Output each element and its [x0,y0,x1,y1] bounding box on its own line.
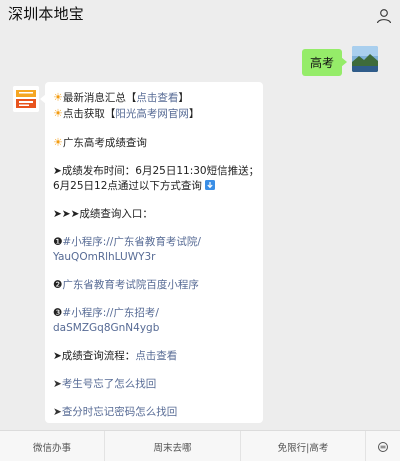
menu-item-gaokao[interactable]: 免限行|高考 [241,431,366,461]
entry-1-code-link[interactable]: YauQOmRlhLUWY3r [53,251,156,263]
sun-icon: ☀ [53,136,63,149]
entry-1-line: ❶#小程序://广东省教育考试院/ [53,235,263,250]
entry-3-line: ❸#小程序://广东招考/ [53,306,263,321]
grid-menu-icon [378,441,388,452]
entry-1-link[interactable]: #小程序://广东省教育考试院/ [62,236,200,248]
query-time-text: 6月25日12点通过以下方式查询 [53,180,202,192]
bracket-close: 】 [188,108,200,120]
bottom-menu: 微信办事 周末去哪 免限行|高考 [0,430,400,461]
query-time-line: 6月25日12点通过以下方式查询 [53,179,263,194]
entry-3-code-link[interactable]: daSMZGq8GnN4ygb [53,322,159,334]
query-process-line: ➤成绩查询流程：点击查看 [53,349,263,364]
user-avatar-image [352,46,378,72]
entry-3-number: ❸ [53,307,63,319]
query-entry-heading: ➤➤➤成绩查询入口： [53,208,153,220]
recover-password-link[interactable]: 查分时忘记密码怎么找回 [62,406,178,418]
latest-news-line: ☀最新消息汇总【点击查看】 [53,90,263,106]
entry-1-code-line: YauQOmRlhLUWY3r [53,250,263,265]
score-query-heading: ☀广东高考成绩查询 [53,135,263,151]
bot-message-bubble: ☀最新消息汇总【点击查看】 ☀点击获取【阳光高考网官网】 ☀广东高考成绩查询 ➤… [40,82,263,423]
entry-2-line: ❷广东省教育考试院百度小程序 [53,278,263,293]
official-site-link[interactable]: 阳光高考网官网 [115,108,189,120]
recover-password-line: ➤查分时忘记密码怎么找回 [53,405,263,420]
bracket-close: 】 [178,92,189,104]
keyboard-toggle-button[interactable] [366,431,400,461]
entry-2-number: ❷ [53,279,63,291]
sun-icon: ☀ [53,91,63,104]
bot-avatar[interactable] [13,86,39,112]
chat-title: 深圳本地宝 [8,5,85,23]
entry-3-code-line: daSMZGq8GnN4ygb [53,321,263,336]
query-process-text: ➤成绩查询流程： [53,350,136,362]
menu-item-weekend[interactable]: 周末去哪 [105,431,241,461]
profile-icon[interactable] [376,8,392,24]
chat-header: 深圳本地宝 [0,0,400,30]
down-arrow-icon [205,180,216,190]
view-news-link[interactable]: 点击查看 [136,92,178,104]
sun-icon: ☀ [53,107,63,120]
query-process-link[interactable]: 点击查看 [135,350,177,362]
entry-3-link[interactable]: #小程序://广东招考/ [62,307,158,319]
release-time-line: ➤成绩发布时间：6月25日11:30短信推送； [53,165,260,177]
latest-news-text: 最新消息汇总【 [62,92,137,104]
get-site-text: 点击获取【 [62,108,116,120]
recover-id-line: ➤考生号忘了怎么找回 [53,377,263,392]
entry-1-number: ❶ [53,236,63,248]
menu-item-wechat-services[interactable]: 微信办事 [0,431,105,461]
entry-2-link[interactable]: 广东省教育考试院百度小程序 [62,279,199,291]
user-avatar[interactable] [352,46,378,72]
recover-id-link[interactable]: 考生号忘了怎么找回 [62,378,157,390]
official-site-line: ☀点击获取【阳光高考网官网】 [53,106,263,122]
user-message-bubble[interactable]: 高考 [301,49,348,76]
score-query-title: 广东高考成绩查询 [62,137,147,149]
bot-logo-icon [13,86,39,112]
arrow-icon: ➤ [53,378,62,390]
arrow-icon: ➤ [53,406,62,418]
